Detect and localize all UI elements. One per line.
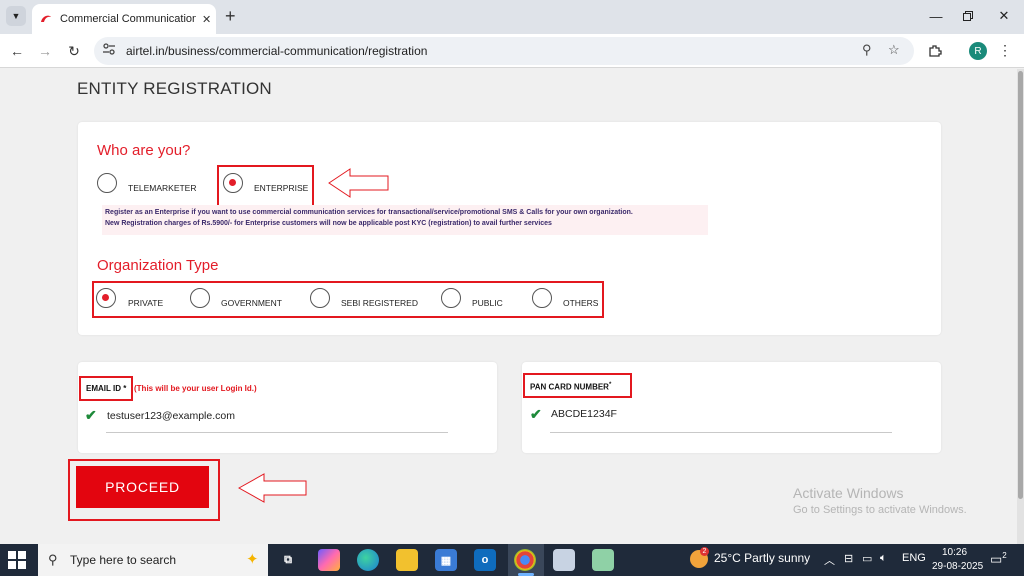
browser-tab-bar: ▼ Commercial Communication Pl ✕ + — ✕ xyxy=(0,0,1024,34)
scrollbar-thumb[interactable] xyxy=(1018,71,1023,499)
info-line-1: Register as an Enterprise if you want to… xyxy=(105,209,633,216)
pan-label-text: PAN CARD NUMBER xyxy=(530,382,609,392)
tray-device-icon[interactable]: ⊟ xyxy=(844,552,853,565)
minimize-icon[interactable]: — xyxy=(926,6,946,26)
tray-language[interactable]: ENG xyxy=(902,552,926,564)
windows-start-icon[interactable] xyxy=(8,551,26,569)
organization-type-heading: Organization Type xyxy=(97,257,219,274)
pan-valid-check-icon: ✔ xyxy=(530,406,542,422)
close-window-icon[interactable]: ✕ xyxy=(994,6,1014,26)
who-are-you-heading: Who are you? xyxy=(97,142,191,159)
radio-private[interactable] xyxy=(96,288,116,308)
annotation-arrow-enterprise-icon xyxy=(328,168,389,198)
search-icon: ⚲ xyxy=(48,552,58,567)
email-valid-check-icon: ✔ xyxy=(85,407,97,423)
radio-enterprise[interactable] xyxy=(223,173,243,193)
page-title: ENTITY REGISTRATION xyxy=(77,79,272,98)
tray-network-icon[interactable]: ▭ xyxy=(862,552,872,565)
proceed-button[interactable]: PROCEED xyxy=(76,466,209,508)
snipping-tool-icon[interactable] xyxy=(553,549,575,571)
reload-icon[interactable]: ↻ xyxy=(63,40,85,62)
activate-windows-subtitle: Go to Settings to activate Windows. xyxy=(793,504,967,516)
scrollbar[interactable] xyxy=(1017,69,1024,544)
sebi-registered-label: SEBI REGISTERED xyxy=(341,298,418,308)
zoom-search-icon[interactable]: ⚲ xyxy=(862,42,872,58)
radio-government[interactable] xyxy=(190,288,210,308)
clock-time[interactable]: 10:26 xyxy=(942,547,967,558)
pan-input[interactable]: ABCDE1234F xyxy=(551,408,617,420)
profile-avatar[interactable]: R xyxy=(969,42,987,60)
browser-tab-active[interactable]: Commercial Communication Pl ✕ xyxy=(32,4,216,34)
tab-close-icon[interactable]: ✕ xyxy=(202,13,211,26)
back-icon[interactable]: ← xyxy=(6,40,28,62)
weather-text[interactable]: 25°C Partly sunny xyxy=(714,551,810,565)
windows-taskbar: ⚲ Type here to search ✦ ⧉ ▦ o 2 25°C Par… xyxy=(0,544,1024,576)
telemarketer-label: TELEMARKETER xyxy=(128,183,197,193)
task-view-icon[interactable]: ⧉ xyxy=(277,549,299,571)
microsoft-store-icon[interactable]: ▦ xyxy=(435,549,457,571)
page-content: ENTITY REGISTRATION Who are you? TELEMAR… xyxy=(0,69,1024,544)
weather-desc: Partly sunny xyxy=(744,551,811,565)
bookmark-star-icon[interactable]: ☆ xyxy=(888,42,900,58)
address-bar[interactable]: airtel.in/business/commercial-communicat… xyxy=(94,37,914,65)
radio-telemarketer[interactable] xyxy=(97,173,117,193)
browser-menu-icon[interactable]: ⋮ xyxy=(998,42,1012,59)
airtel-favicon-icon xyxy=(40,13,52,25)
radio-public[interactable] xyxy=(441,288,461,308)
paint-app-icon[interactable] xyxy=(592,549,614,571)
notification-center-icon[interactable]: ▭2 xyxy=(990,551,1007,567)
site-info-icon[interactable] xyxy=(102,43,116,58)
clock-date[interactable]: 29-08-2025 xyxy=(932,561,983,572)
copilot-sparkle-icon[interactable]: ✦ xyxy=(246,550,259,568)
radio-others[interactable] xyxy=(532,288,552,308)
email-label: EMAIL ID * xyxy=(86,384,127,393)
browser-toolbar: ← → ↻ airtel.in/business/commercial-comm… xyxy=(0,34,1024,68)
extensions-icon[interactable] xyxy=(924,40,946,62)
email-underline xyxy=(106,432,448,433)
taskbar-search-box[interactable]: ⚲ Type here to search ✦ xyxy=(38,544,268,576)
annotation-arrow-proceed-icon xyxy=(238,473,307,503)
file-explorer-icon[interactable] xyxy=(396,549,418,571)
email-note: (This will be your user Login Id.) xyxy=(134,384,257,393)
pan-label: PAN CARD NUMBER* xyxy=(530,382,611,392)
enterprise-label: ENTERPRISE xyxy=(254,183,309,193)
tray-chevron-up-icon[interactable]: ︿ xyxy=(824,552,835,568)
search-placeholder: Type here to search xyxy=(70,553,177,567)
activate-windows-title: Activate Windows xyxy=(793,485,904,501)
pan-required-asterisk: * xyxy=(608,382,612,388)
weather-badge: 2 xyxy=(700,547,709,556)
email-input[interactable]: testuser123@example.com xyxy=(107,410,235,422)
tab-title: Commercial Communication Pl xyxy=(60,13,196,25)
pan-underline xyxy=(550,432,892,433)
outlook-icon[interactable]: o xyxy=(474,549,496,571)
info-line-2: New Registration charges of Rs.5900/- fo… xyxy=(105,220,552,227)
chrome-icon[interactable] xyxy=(514,549,536,571)
government-label: GOVERNMENT xyxy=(221,298,282,308)
enterprise-info-box: Register as an Enterprise if you want to… xyxy=(102,205,708,235)
url-text: airtel.in/business/commercial-communicat… xyxy=(126,44,428,58)
restore-icon[interactable] xyxy=(958,6,978,26)
tray-volume-icon[interactable]: 🔈︎ xyxy=(880,552,887,565)
tab-search-chevron-icon[interactable]: ▼ xyxy=(6,6,26,26)
public-label: PUBLIC xyxy=(472,298,503,308)
new-tab-icon[interactable]: + xyxy=(225,5,236,27)
private-label: PRIVATE xyxy=(128,298,164,308)
copilot-app-icon[interactable] xyxy=(318,549,340,571)
forward-icon[interactable]: → xyxy=(34,40,56,62)
email-card xyxy=(78,362,497,453)
weather-temp: 25°C xyxy=(714,551,741,565)
others-label: OTHERS xyxy=(563,298,599,308)
edge-browser-icon[interactable] xyxy=(357,549,379,571)
notification-count: 2 xyxy=(1002,551,1007,560)
radio-sebi-registered[interactable] xyxy=(310,288,330,308)
